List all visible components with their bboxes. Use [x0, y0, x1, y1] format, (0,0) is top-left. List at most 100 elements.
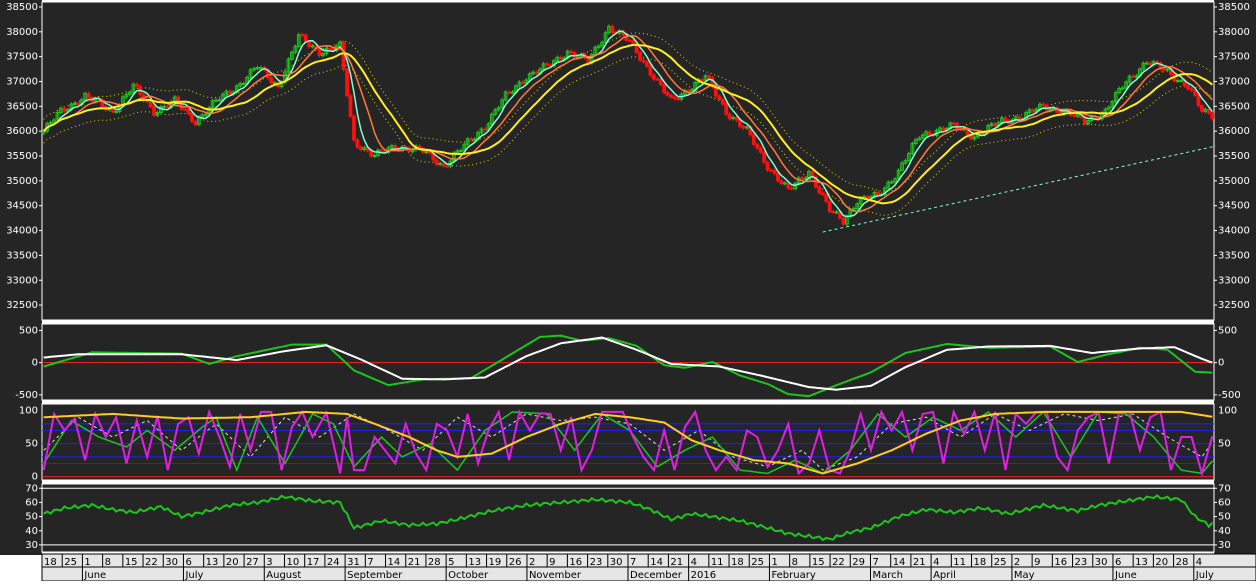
candle-body	[645, 61, 649, 67]
candle-body	[510, 91, 515, 94]
candle-body	[317, 48, 322, 57]
stoch-left-tick-label: 0	[32, 472, 38, 483]
candle-body	[1206, 108, 1211, 114]
x-day-label: 27	[246, 557, 259, 568]
candle-body	[786, 182, 791, 189]
candle-body	[507, 91, 511, 94]
candle-body	[993, 123, 997, 127]
candle-body	[483, 128, 487, 131]
x-day-label: 21	[670, 557, 683, 568]
candle-body	[669, 94, 673, 98]
candle-body	[727, 113, 732, 120]
x-day-label: 2	[529, 557, 535, 568]
x-day-label: 28	[1176, 557, 1189, 568]
price-axis-left-tick-label: 33000	[6, 275, 38, 286]
x-month-label: November	[529, 570, 582, 581]
candle-body	[545, 63, 549, 66]
x-month-label: August	[266, 570, 301, 581]
candle-body	[676, 97, 680, 100]
candle-body	[751, 134, 756, 145]
candle-body	[665, 91, 670, 96]
stoch-left-tick-label: 50	[25, 439, 38, 450]
candle-body	[662, 83, 667, 93]
candle-body	[745, 126, 749, 129]
candle-body	[758, 147, 763, 153]
candle-body	[558, 56, 563, 60]
chart-svg: 3850038000375003700036500360003550035000…	[0, 0, 1256, 582]
macd-axis-right-tick-label: 500	[1218, 325, 1237, 336]
candle-body	[724, 103, 729, 115]
candle-body	[779, 180, 784, 185]
candle-body	[86, 93, 91, 99]
candle-body	[741, 125, 746, 129]
x-month-label: June	[83, 570, 106, 581]
price-axis-left-tick-label: 37000	[6, 77, 38, 88]
candle-body	[1031, 109, 1035, 113]
candle-body	[217, 99, 222, 102]
price-axis-right-tick-label: 37500	[1218, 52, 1250, 63]
price-axis-left-tick-label: 35000	[6, 176, 38, 187]
candle-body	[803, 177, 808, 180]
candle-body	[114, 110, 118, 113]
x-day-label: 7	[630, 557, 636, 568]
candle-body	[672, 96, 677, 99]
x-day-label: 24	[327, 557, 340, 568]
x-day-label: 25	[64, 557, 77, 568]
candle-body	[441, 162, 446, 167]
x-day-label: 22	[145, 557, 158, 568]
candle-body	[62, 107, 67, 112]
candle-body	[76, 102, 81, 106]
x-day-label: 20	[226, 557, 239, 568]
candle-body	[203, 113, 208, 116]
x-day-label: 23	[1075, 557, 1088, 568]
x-day-label: 1	[84, 557, 90, 568]
candle-body	[1144, 62, 1149, 65]
x-day-label: 6	[185, 557, 191, 568]
x-day-label: 14	[650, 557, 663, 568]
x-day-label: 11	[711, 557, 724, 568]
price-axis-right-tick-label: 35500	[1218, 151, 1250, 162]
candle-body	[303, 34, 308, 43]
candle-body	[300, 34, 305, 37]
candle-body	[658, 78, 663, 85]
candle-body	[1175, 79, 1180, 82]
x-day-label: 14	[893, 557, 906, 568]
rsi-axis-left-tick-label: 30	[25, 540, 38, 551]
candle-body	[1196, 94, 1201, 106]
candle-body	[110, 107, 115, 112]
candle-body	[345, 69, 349, 97]
x-day-label: 17	[307, 557, 320, 568]
x-day-label: 13	[206, 557, 219, 568]
x-month-label: April	[933, 570, 956, 581]
candle-body	[352, 115, 356, 141]
x-day-label: 18	[44, 557, 57, 568]
candle-body	[765, 161, 770, 171]
candle-body	[1134, 75, 1139, 78]
candle-body	[469, 138, 474, 141]
candle-body	[1200, 104, 1204, 112]
x-month-label: July	[1195, 570, 1214, 581]
x-day-label: 9	[1034, 557, 1040, 568]
candle-body	[627, 39, 632, 42]
candle-body	[827, 200, 832, 212]
x-day-label: 28	[428, 557, 441, 568]
candle-body	[772, 169, 777, 174]
candle-body	[927, 131, 932, 136]
candle-body	[269, 77, 274, 84]
x-day-label: 23	[590, 557, 603, 568]
x-day-label: 5	[448, 557, 454, 568]
x-day-label: 4	[933, 557, 939, 568]
x-day-label: 21	[408, 557, 421, 568]
rsi-axis-right-tick-label: 70	[1218, 483, 1231, 494]
candle-body	[445, 165, 449, 168]
x-month-label: July	[184, 570, 203, 581]
chart-root: 38500 38000 37500 37000 36500 36000 35500 35000…	[0, 0, 1256, 582]
stoch-right-tick-label: 50	[1218, 439, 1231, 450]
panel-rsi	[41, 483, 1215, 553]
price-axis-left-tick-label: 38000	[6, 27, 38, 38]
candle-body	[72, 102, 77, 105]
x-day-label: 25	[751, 557, 764, 568]
price-axis-right-tick-label: 34500	[1218, 201, 1250, 212]
x-day-label: 25	[994, 557, 1007, 568]
candle-body	[1120, 87, 1125, 90]
